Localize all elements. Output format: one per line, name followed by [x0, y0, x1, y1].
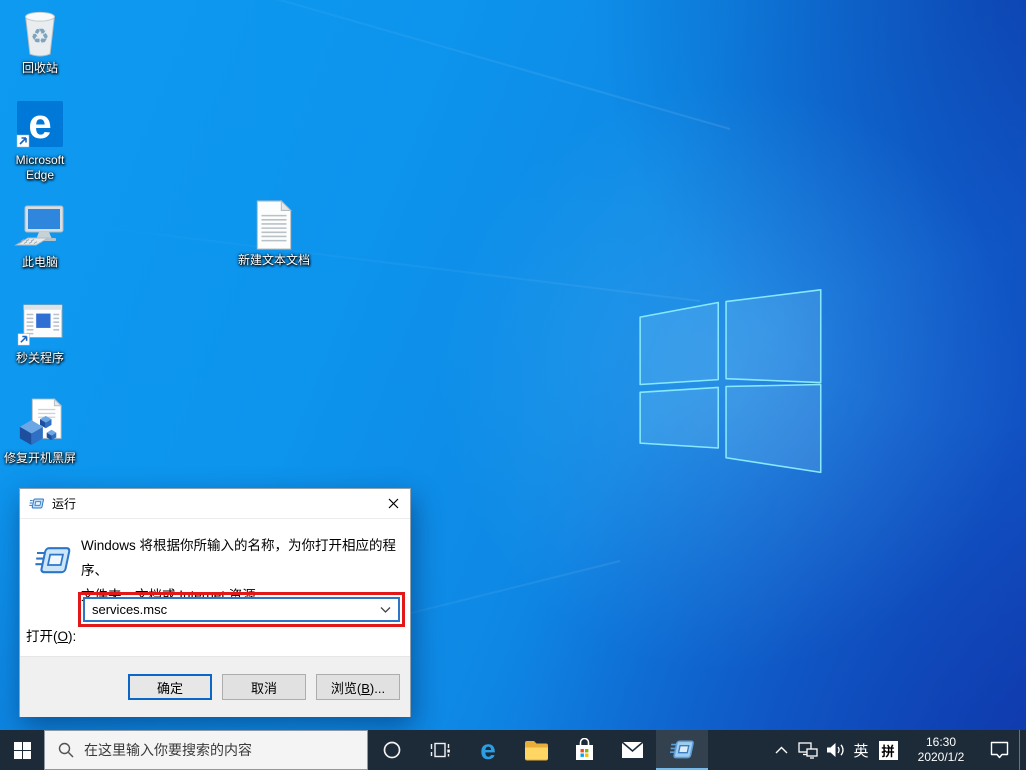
close-icon — [388, 498, 398, 509]
network-icon — [798, 741, 818, 759]
clock-time: 16:30 — [925, 735, 957, 749]
start-button[interactable] — [0, 730, 44, 770]
taskbar: e — [0, 730, 1026, 770]
svg-text:♻: ♻ — [31, 26, 50, 49]
shortcut-arrow-badge — [16, 134, 30, 148]
edge-taskbar-button[interactable]: e — [464, 730, 512, 770]
file-explorer-button[interactable] — [512, 730, 560, 770]
run-dialog: 运行 Windows 将根据你所输入的名称，为你打开相应的程序、 文件夹、文档或 — [19, 488, 411, 717]
run-app-button[interactable] — [656, 730, 708, 770]
chevron-up-icon — [775, 746, 787, 754]
mail-icon — [620, 741, 644, 758]
cortana-icon — [383, 741, 401, 759]
ime-language-indicator[interactable]: 英 — [849, 730, 873, 770]
desktop-icon-fix-black-screen[interactable]: 修复开机黑屏 — [0, 398, 80, 466]
run-icon — [29, 498, 44, 508]
chevron-down-icon[interactable] — [380, 606, 391, 613]
desktop-icon-app-shortcut[interactable]: 秒关程序 — [0, 304, 80, 366]
task-view-icon — [430, 742, 450, 758]
search-icon — [58, 742, 74, 758]
ok-button[interactable]: 确定 — [128, 674, 212, 700]
edge-icon: e — [480, 735, 496, 765]
desktop-icon-label: 秒关程序 — [15, 351, 64, 365]
taskbar-search-box[interactable] — [44, 730, 368, 770]
registry-file-icon — [19, 398, 63, 446]
mail-button[interactable] — [608, 730, 656, 770]
desktop-icon-label: 回收站 — [21, 61, 58, 75]
run-dialog-titlebar[interactable]: 运行 — [20, 489, 410, 519]
cancel-button[interactable]: 取消 — [222, 674, 306, 700]
run-dialog-footer: 确定 取消 浏览(B)... — [20, 656, 410, 717]
svg-text:e: e — [28, 100, 51, 147]
recycle-bin-icon: ♻ — [25, 11, 55, 57]
shortcut-arrow-badge — [17, 333, 30, 346]
desktop-icon-microsoft-edge[interactable]: e Microsoft Edge — [0, 100, 80, 183]
this-pc-icon — [14, 205, 64, 246]
close-button[interactable] — [376, 489, 410, 518]
store-icon — [575, 738, 593, 760]
taskbar-clock[interactable]: 16:30 2020/1/2 — [903, 730, 979, 770]
tray-expand-button[interactable] — [768, 730, 794, 770]
wallpaper-ray — [0, 0, 731, 130]
folder-icon — [524, 740, 548, 760]
browse-button[interactable]: 浏览(B)... — [316, 674, 400, 700]
volume-tray-button[interactable] — [822, 730, 849, 770]
run-combobox[interactable] — [83, 597, 400, 622]
desktop-icon-new-text-document[interactable]: 新建文本文档 — [234, 200, 314, 268]
desktop-icon-label: 新建文本文档 — [237, 253, 310, 267]
network-tray-button[interactable] — [794, 730, 822, 770]
desktop-icon-this-pc[interactable]: 此电脑 — [0, 205, 80, 270]
desktop-icon-label: 此电脑 — [21, 255, 58, 269]
app-window-icon — [17, 304, 63, 346]
volume-icon — [827, 743, 844, 757]
edge-icon: e — [16, 100, 63, 148]
cortana-button[interactable] — [368, 730, 416, 770]
annotation-highlight-box — [78, 592, 405, 627]
desktop: ♻ 回收站 e Microsoft Edge 此电脑 秒关程序 修复开机黑屏 新… — [0, 0, 1026, 770]
run-icon-large — [35, 547, 71, 574]
text-document-icon — [256, 200, 292, 250]
taskbar-spacer — [708, 730, 768, 770]
windows-start-icon — [13, 741, 31, 759]
ime-mode-box: 拼 — [878, 740, 898, 760]
action-center-button[interactable] — [979, 730, 1019, 770]
run-dialog-title: 运行 — [52, 497, 77, 511]
task-view-button[interactable] — [416, 730, 464, 770]
desktop-icon-label: 修复开机黑屏 — [3, 451, 76, 465]
wallpaper-ray — [5, 214, 701, 302]
system-tray: 英 拼 16:30 2020/1/2 — [768, 730, 1026, 770]
run-dialog-body: Windows 将根据你所输入的名称，为你打开相应的程序、 文件夹、文档或 In… — [20, 519, 410, 656]
action-center-icon — [990, 741, 1008, 759]
desktop-icon-recycle-bin[interactable]: ♻ 回收站 — [0, 8, 80, 76]
svg-text:e: e — [480, 735, 496, 765]
run-command-input[interactable] — [85, 602, 398, 617]
run-icon — [670, 740, 694, 759]
clock-date: 2020/1/2 — [917, 750, 965, 764]
store-button[interactable] — [560, 730, 608, 770]
show-desktop-button[interactable] — [1019, 730, 1026, 770]
open-label: 打开(O): — [26, 629, 77, 644]
desktop-icon-label: Microsoft Edge — [15, 153, 65, 182]
windows-logo — [639, 289, 822, 474]
ime-mode-indicator[interactable]: 拼 — [873, 730, 903, 770]
search-input[interactable] — [84, 742, 334, 758]
